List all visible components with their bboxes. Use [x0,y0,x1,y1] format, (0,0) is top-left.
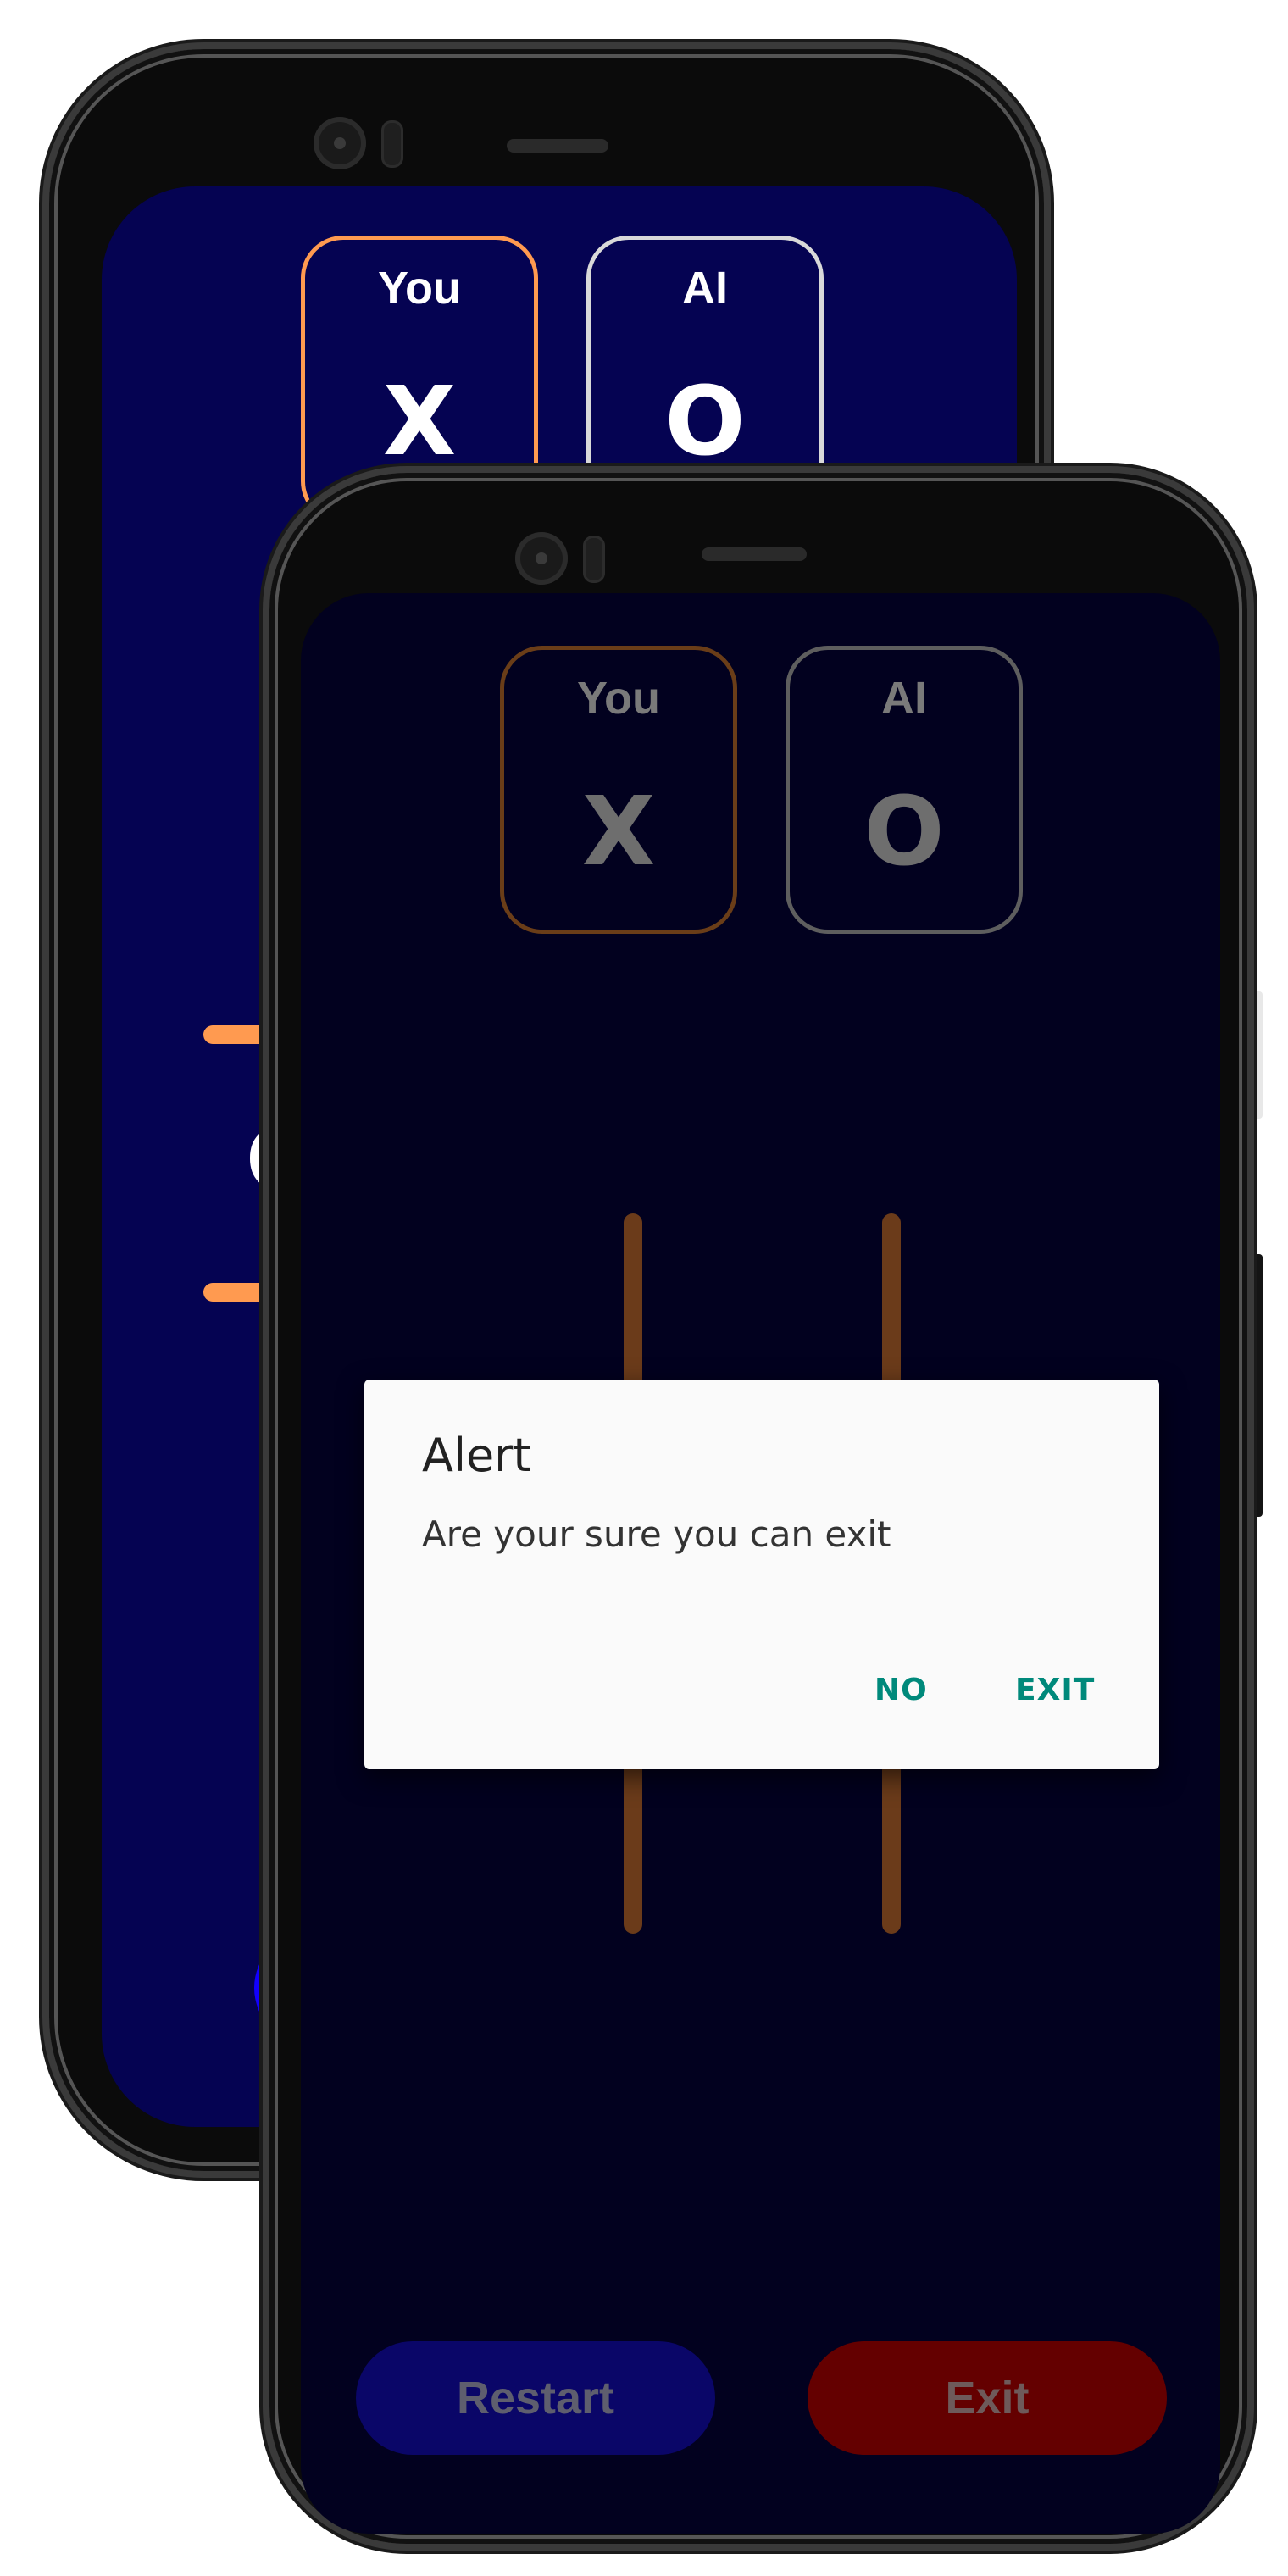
restart-button[interactable]: Restart [356,2341,715,2455]
player-label: You [577,673,660,724]
no-button[interactable]: NO [864,1668,938,1713]
player-symbol: X [382,367,457,477]
sensor-icon [583,536,605,583]
camera-icon [314,117,366,169]
player-label: AI [881,673,927,724]
player-label: AI [682,263,728,314]
player-label: You [378,263,461,314]
alert-dialog: Alert Are your sure you can exit NO EXIT [364,1380,1159,1769]
dialog-title: Alert [422,1429,531,1482]
player-card-you: You X [500,646,737,934]
player-card-ai: AI O [786,646,1023,934]
player-symbol: O [863,777,945,887]
dialog-message: Are your sure you can exit [422,1513,891,1555]
sensor-icon [381,120,403,168]
speaker-grille [507,139,608,153]
player-symbol: O [664,367,746,477]
confirm-exit-button[interactable]: EXIT [1005,1668,1105,1713]
speaker-grille [702,547,807,561]
player-symbol: X [581,777,656,887]
exit-button[interactable]: Exit [808,2341,1167,2455]
camera-icon [515,532,568,585]
